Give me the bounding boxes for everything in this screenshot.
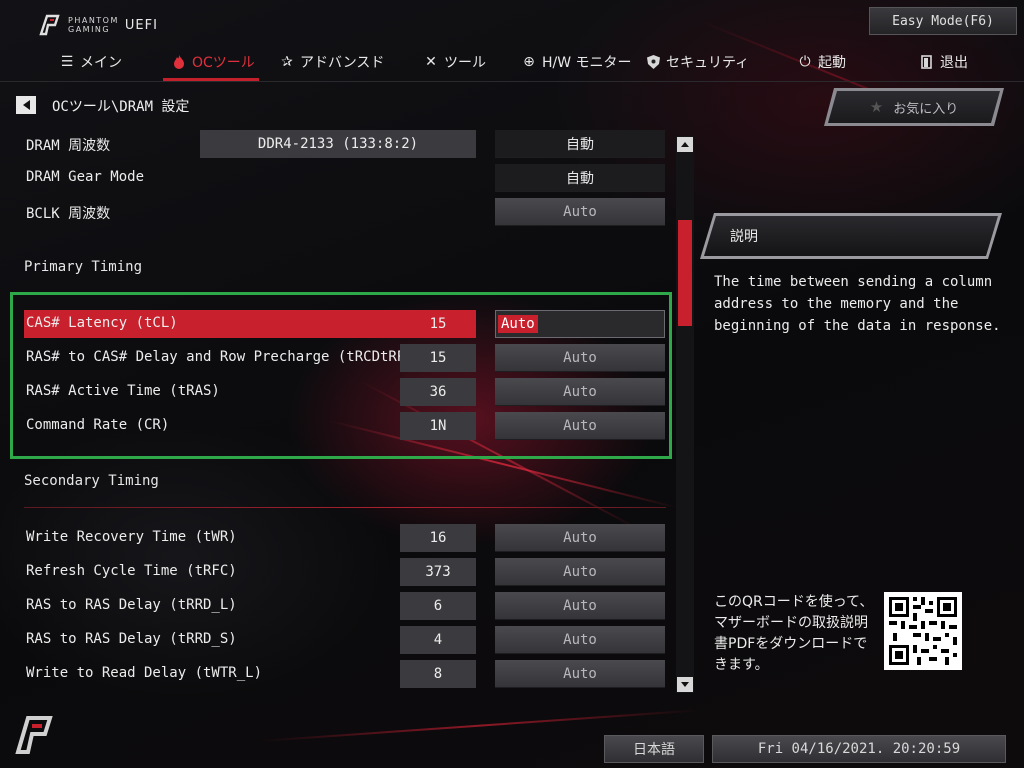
crosshair-icon: ⊕ [523, 54, 535, 70]
setting-option-input[interactable]: Auto [495, 626, 665, 654]
tab-label: メイン [80, 55, 122, 71]
setting-twr[interactable]: Write Recovery Time (tWR) 16 Auto [24, 524, 669, 552]
setting-value: 6 [400, 592, 476, 620]
favorites-button[interactable]: ★ お気に入り [828, 91, 1000, 123]
setting-option-select[interactable]: 自動 [495, 164, 665, 192]
setting-trrd-l[interactable]: RAS to RAS Delay (tRRD_L) 6 Auto [24, 592, 669, 620]
scroll-down-button[interactable] [677, 677, 693, 692]
language-button[interactable]: 日本語 [604, 735, 704, 763]
brand-text: PHANTOM GAMING [68, 16, 119, 34]
chevron-up-icon [681, 142, 689, 147]
flame-icon [170, 55, 188, 69]
exit-icon [918, 55, 936, 69]
scrollbar-thumb[interactable] [678, 220, 692, 326]
setting-label: RAS to RAS Delay (tRRD_L) [26, 597, 237, 613]
tab-advanced[interactable]: ✰ アドバンスド [278, 46, 384, 78]
tab-label: アドバンスド [300, 55, 385, 71]
setting-label: RAS to RAS Delay (tRRD_S) [26, 631, 237, 647]
brand-line1: PHANTOM [68, 16, 119, 25]
tab-label: 退出 [940, 55, 968, 71]
setting-value: DDR4-2133 (133:8:2) [200, 130, 476, 158]
setting-label: Write to Read Delay (tWTR_L) [26, 665, 263, 681]
setting-bclk-frequency[interactable]: BCLK 周波数 Auto [24, 198, 669, 226]
qr-code-icon [884, 592, 962, 670]
brand-line2: GAMING [68, 25, 111, 34]
setting-option-select[interactable]: 自動 [495, 130, 665, 158]
section-title-secondary-timing: Secondary Timing [24, 473, 159, 489]
tools-icon: ✕ [425, 54, 437, 70]
tab-hw-monitor[interactable]: ⊕ H/W モニター [520, 46, 632, 78]
breadcrumb: OCツール\DRAM 設定 [52, 99, 190, 115]
shield-icon [644, 55, 662, 69]
list-icon: ☰ [60, 54, 74, 70]
setting-trfc[interactable]: Refresh Cycle Time (tRFC) 373 Auto [24, 558, 669, 586]
favorites-label: お気に入り [893, 101, 959, 117]
datetime-display: Fri 04/16/2021. 20:20:59 [712, 735, 1006, 763]
tab-label: ツール [444, 55, 486, 71]
nav-divider [0, 81, 1024, 82]
easy-mode-button[interactable]: Easy Mode(F6) [869, 7, 1017, 35]
section-title-primary-timing: Primary Timing [24, 259, 143, 275]
setting-twtr-l[interactable]: Write to Read Delay (tWTR_L) 8 Auto [24, 660, 669, 688]
description-text: The time between sending a column addres… [714, 274, 1001, 334]
setting-option-input[interactable]: Auto [495, 524, 665, 552]
tab-label: OCツール [192, 55, 255, 71]
setting-option-input[interactable]: Auto [495, 198, 665, 226]
brand-uefi: UEFI [124, 17, 158, 33]
tab-oc-tweaker[interactable]: OCツール [170, 46, 255, 78]
tab-tool[interactable]: ✕ ツール [422, 46, 486, 78]
star-icon: ✰ [281, 54, 293, 70]
scroll-up-button[interactable] [677, 137, 693, 152]
chevron-down-icon [681, 682, 689, 687]
setting-value: 8 [400, 660, 476, 688]
star-icon: ★ [869, 98, 884, 116]
tab-label: セキュリティ [666, 55, 750, 71]
section-divider [24, 507, 666, 508]
primary-timing-highlight-box [10, 292, 672, 459]
tab-boot[interactable]: ⏻ 起動 [796, 46, 846, 78]
qr-description: このQRコードを使って、マザーボードの取扱説明書PDFをダウンロードできます。 [714, 594, 874, 673]
phantom-gaming-logo-icon [39, 14, 60, 36]
back-arrow-icon [22, 100, 30, 110]
setting-label: DRAM Gear Mode [26, 169, 145, 185]
setting-option-input[interactable]: Auto [495, 660, 665, 688]
setting-label: BCLK 周波数 [26, 206, 111, 222]
setting-option-input[interactable]: Auto [495, 558, 665, 586]
back-button[interactable] [16, 96, 36, 114]
setting-dram-frequency[interactable]: DRAM 周波数 DDR4-2133 (133:8:2) 自動 [24, 130, 669, 158]
brand-logo: PHANTOM GAMING UEFI [38, 14, 158, 36]
setting-label: Refresh Cycle Time (tRFC) [26, 563, 237, 579]
tab-label: H/W モニター [542, 55, 632, 71]
setting-label: DRAM 周波数 [26, 138, 111, 154]
tab-label: 起動 [818, 55, 846, 71]
setting-value: 4 [400, 626, 476, 654]
setting-option-input[interactable]: Auto [495, 592, 665, 620]
phantom-gaming-logo-icon [15, 716, 53, 754]
power-icon: ⏻ [799, 54, 811, 70]
main-nav: ☰ メイン OCツール ✰ アドバンスド ✕ ツール ⊕ H/W モニター セキ… [0, 46, 1024, 80]
setting-dram-gear-mode[interactable]: DRAM Gear Mode 自動 [24, 164, 669, 192]
tab-exit[interactable]: 退出 [918, 46, 968, 78]
description-header: 説明 [704, 216, 998, 256]
setting-trrd-s[interactable]: RAS to RAS Delay (tRRD_S) 4 Auto [24, 626, 669, 654]
setting-value: 373 [400, 558, 476, 586]
setting-label: Write Recovery Time (tWR) [26, 529, 237, 545]
setting-value: 16 [400, 524, 476, 552]
tab-main[interactable]: ☰ メイン [58, 46, 122, 78]
tab-security[interactable]: セキュリティ [644, 46, 749, 78]
